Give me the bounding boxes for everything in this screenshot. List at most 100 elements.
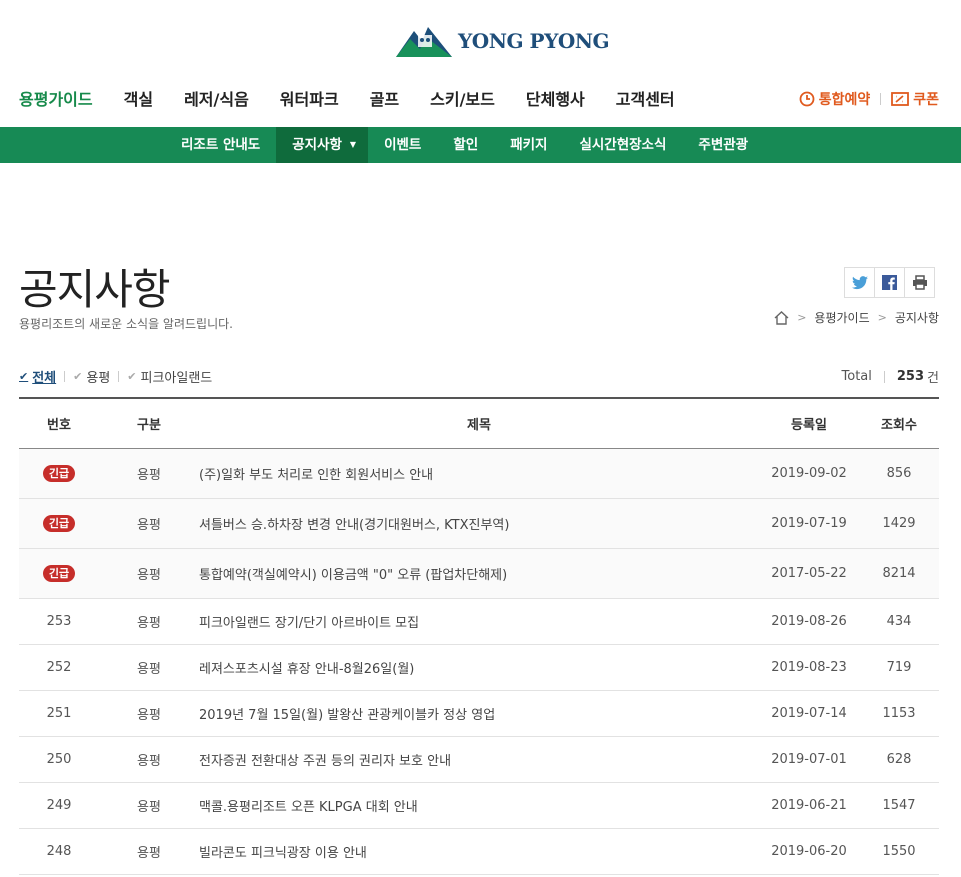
filter-peak-island[interactable]: ✔ 피크아일랜드 (127, 367, 212, 386)
reserve-link[interactable]: 통합예약 (799, 89, 870, 109)
mountain-logo-icon (396, 27, 452, 57)
notice-title-link[interactable]: (주)일화 부도 처리로 인한 회원서비스 안내 (199, 468, 433, 483)
filter-yongpyong[interactable]: ✔ 용평 (73, 367, 110, 386)
total-label: Total (841, 369, 872, 384)
notice-title-link[interactable]: 빌라콘도 피크닉광장 이용 안내 (199, 846, 367, 861)
cell-title: 전자증권 전환대상 주권 등의 권리자 보호 안내 (199, 736, 759, 783)
cell-title: 맥콜.용평리조트 오픈 KLPGA 대회 안내 (199, 782, 759, 829)
cell-no: 248 (19, 828, 99, 875)
site-logo[interactable]: YONG PYONG (396, 25, 610, 57)
main-nav-item-rooms[interactable]: 객실 (124, 88, 153, 112)
main-nav-item-golf[interactable]: 골프 (370, 88, 399, 112)
sub-nav-item-notice[interactable]: 공지사항 ▼ (276, 127, 369, 163)
cell-views: 1153 (859, 690, 939, 737)
breadcrumb-item-notice[interactable]: 공지사항 (895, 309, 939, 326)
cell-category: 용평 (99, 782, 199, 829)
total-count: Total 253 건 (842, 367, 939, 386)
notice-title-link[interactable]: 전자증권 전환대상 주권 등의 권리자 보호 안내 (199, 754, 451, 769)
total-divider (883, 370, 885, 383)
home-icon[interactable] (774, 310, 789, 325)
main-nav-item-leisure[interactable]: 레저/식음 (184, 88, 249, 112)
main-nav-item-group[interactable]: 단체행사 (526, 88, 585, 112)
check-icon: ✔ (127, 370, 137, 383)
sub-nav-item-package[interactable]: 패키지 (494, 127, 563, 163)
util-links: 통합예약 쿠폰 (799, 89, 939, 109)
table-row[interactable]: 253 용평 피크아일랜드 장기/단기 아르바이트 모집 2019-08-26 434 (19, 598, 939, 645)
notice-title-link[interactable]: 피크아일랜드 장기/단기 아르바이트 모집 (199, 616, 419, 631)
cell-title: 레져스포츠시설 휴장 안내-8월26일(월) (199, 644, 759, 691)
cell-date: 2019-07-19 (759, 498, 859, 549)
main-nav-item-guide[interactable]: 용평가이드 (19, 88, 93, 112)
caret-down-icon: ▼ (349, 140, 357, 149)
cell-views: 1429 (859, 498, 939, 549)
cell-views: 628 (859, 736, 939, 783)
notice-table: 번호 구분 제목 등록일 조회수 긴급 용평 (주)일화 부도 처리로 인한 회원서… (19, 397, 939, 875)
table-row[interactable]: 긴급 용평 통합예약(객실예약시) 이용금액 "0" 오류 (팝업차단해제) 2017… (19, 548, 939, 599)
cell-no: 249 (19, 782, 99, 829)
cell-no: 긴급 (19, 448, 99, 499)
share-buttons (844, 267, 935, 298)
main-nav-item-waterpark[interactable]: 워터파크 (280, 88, 339, 112)
notice-title-link[interactable]: 레져스포츠시설 휴장 안내-8월26일(월) (199, 662, 414, 677)
cell-date: 2019-07-01 (759, 736, 859, 783)
table-row[interactable]: 250 용평 전자증권 전환대상 주권 등의 권리자 보호 안내 2019-07-01… (19, 736, 939, 783)
filter-divider (64, 371, 66, 382)
notice-title-link[interactable]: 셔틀버스 승.하차장 변경 안내(경기대원버스, KTX진부역) (199, 518, 509, 533)
sub-nav: 리조트 안내도 공지사항 ▼ 이벤트 할인 패키지 실시간현장소식 주변관광 (0, 127, 961, 163)
cell-date: 2017-05-22 (759, 548, 859, 599)
cell-title: 피크아일랜드 장기/단기 아르바이트 모집 (199, 598, 759, 645)
table-row[interactable]: 긴급 용평 셔틀버스 승.하차장 변경 안내(경기대원버스, KTX진부역) 2019… (19, 498, 939, 549)
header-category: 구분 (137, 417, 161, 433)
notice-title-link[interactable]: 2019년 7월 15일(월) 발왕산 관광케이블카 정상 영업 (199, 708, 495, 723)
cell-no: 251 (19, 690, 99, 737)
filter-all[interactable]: ✔ 전체 (19, 367, 56, 386)
cell-category: 용평 (99, 828, 199, 875)
cell-date: 2019-07-14 (759, 690, 859, 737)
filter-peak-island-label: 피크아일랜드 (140, 371, 213, 386)
cell-category: 용평 (99, 548, 199, 599)
main-nav-item-support[interactable]: 고객센터 (616, 88, 675, 112)
sub-nav-item-map[interactable]: 리조트 안내도 (165, 127, 276, 163)
check-icon: ✔ (19, 370, 29, 383)
cell-title: (주)일화 부도 처리로 인한 회원서비스 안내 (199, 448, 759, 499)
cell-views: 856 (859, 448, 939, 499)
twitter-share-button[interactable] (844, 267, 875, 298)
notice-title-link[interactable]: 통합예약(객실예약시) 이용금액 "0" 오류 (팝업차단해제) (199, 568, 507, 583)
table-row[interactable]: 251 용평 2019년 7월 15일(월) 발왕산 관광케이블카 정상 영업 201… (19, 690, 939, 737)
sub-nav-item-live-news[interactable]: 실시간현장소식 (563, 127, 682, 163)
cell-views: 1547 (859, 782, 939, 829)
urgent-badge: 긴급 (43, 564, 75, 582)
cell-no: 긴급 (19, 548, 99, 599)
breadcrumb: > 용평가이드 > 공지사항 (774, 309, 939, 326)
table-row[interactable]: 긴급 용평 (주)일화 부도 처리로 인한 회원서비스 안내 2019-09-02 85… (19, 448, 939, 499)
page-description: 용평리조트의 새로운 소식을 알려드립니다. (19, 317, 233, 331)
cell-views: 719 (859, 644, 939, 691)
cell-no: 250 (19, 736, 99, 783)
cell-title: 셔틀버스 승.하차장 변경 안내(경기대원버스, KTX진부역) (199, 498, 759, 549)
cell-views: 8214 (859, 548, 939, 599)
facebook-share-button[interactable] (874, 267, 905, 298)
breadcrumb-item-guide[interactable]: 용평가이드 (814, 309, 869, 326)
total-number: 253 (896, 369, 925, 384)
sub-nav-item-event[interactable]: 이벤트 (368, 127, 437, 163)
chevron-right-icon: > (797, 311, 807, 324)
main-nav-item-ski[interactable]: 스키/보드 (430, 88, 495, 112)
cell-views: 434 (859, 598, 939, 645)
coupon-link[interactable]: 쿠폰 (891, 89, 939, 109)
category-filters: ✔ 전체 ✔ 용평 ✔ 피크아일랜드 (19, 367, 212, 386)
sub-nav-item-discount[interactable]: 할인 (437, 127, 494, 163)
cell-no: 긴급 (19, 498, 99, 549)
cell-category: 용평 (99, 690, 199, 737)
chevron-right-icon: > (877, 311, 887, 324)
filter-divider (118, 371, 120, 382)
cell-category: 용평 (99, 644, 199, 691)
table-header-row: 번호 구분 제목 등록일 조회수 (19, 398, 939, 448)
table-row[interactable]: 248 용평 빌라콘도 피크닉광장 이용 안내 2019-06-20 1550 (19, 828, 939, 875)
urgent-badge: 긴급 (43, 464, 75, 482)
print-button[interactable] (904, 267, 935, 298)
table-row[interactable]: 252 용평 레져스포츠시설 휴장 안내-8월26일(월) 2019-08-23 719 (19, 644, 939, 691)
table-row[interactable]: 249 용평 맥콜.용평리조트 오픈 KLPGA 대회 안내 2019-06-21 15… (19, 782, 939, 829)
notice-title-link[interactable]: 맥콜.용평리조트 오픈 KLPGA 대회 안내 (199, 800, 418, 815)
sub-nav-item-tour[interactable]: 주변관광 (682, 127, 764, 163)
facebook-icon (882, 275, 897, 290)
